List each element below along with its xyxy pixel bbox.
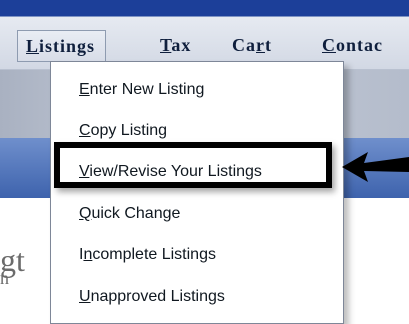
menu-item-enter-new-listing[interactable]: Enter New Listing bbox=[79, 81, 204, 99]
mnemonic-letter: E bbox=[79, 81, 90, 98]
nav-item-listings[interactable]: Listings bbox=[17, 30, 107, 62]
top-strip bbox=[0, 0, 409, 17]
menu-item-unapproved-listings[interactable]: Unapproved Listings bbox=[79, 288, 225, 306]
mnemonic-letter: L bbox=[26, 36, 40, 56]
nav-item-tax[interactable]: Tax bbox=[160, 35, 191, 56]
mnemonic-letter: n bbox=[83, 246, 93, 263]
mnemonic-letter: r bbox=[256, 35, 265, 55]
highlight-box bbox=[54, 142, 332, 188]
nav-item-cart[interactable]: Cart bbox=[232, 35, 272, 56]
mnemonic-letter: C bbox=[79, 122, 91, 139]
menu-item-incomplete-listings[interactable]: Incomplete Listings bbox=[79, 246, 216, 264]
nav-item-contact[interactable]: Contac bbox=[322, 35, 383, 56]
pointer-arrow-icon bbox=[342, 152, 409, 182]
listings-dropdown-menu: Enter New Listing Copy Listing View/Revi… bbox=[50, 61, 344, 324]
mnemonic-letter: C bbox=[322, 35, 336, 55]
background-text-fragment: n bbox=[0, 268, 9, 288]
mnemonic-letter: T bbox=[160, 35, 172, 55]
mnemonic-letter: Q bbox=[79, 205, 92, 222]
menu-item-quick-change[interactable]: Quick Change bbox=[79, 205, 180, 223]
mnemonic-letter: U bbox=[79, 288, 91, 305]
menu-item-copy-listing[interactable]: Copy Listing bbox=[79, 122, 167, 140]
